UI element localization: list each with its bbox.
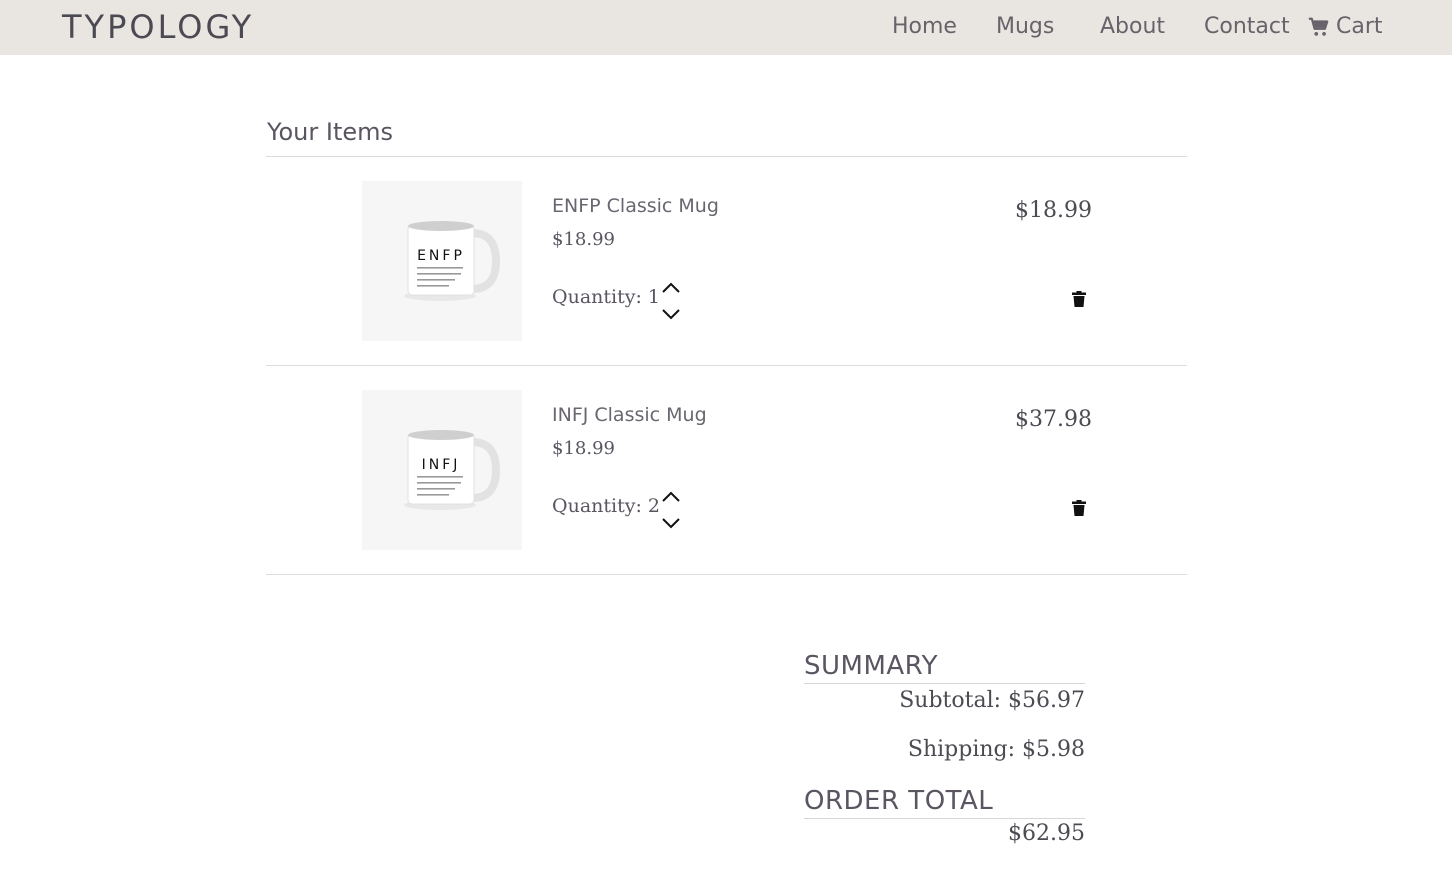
quantity-label: Quantity: <box>552 495 642 517</box>
order-total-value: $62.95 <box>1008 821 1085 846</box>
quantity-label: Quantity: <box>552 286 642 308</box>
navbar: TYPOLOGY Home Mugs About Contact Cart <box>0 0 1452 55</box>
divider <box>266 365 1187 366</box>
summary-heading: SUMMARY <box>804 651 1085 684</box>
product-image-enfp-mug[interactable]: ENFP <box>362 181 522 341</box>
product-image-infj-mug[interactable]: INFJ <box>362 390 522 550</box>
brand-logo[interactable]: TYPOLOGY <box>62 8 254 46</box>
trash-icon[interactable] <box>1072 500 1086 516</box>
line-total: $37.98 <box>1015 407 1092 432</box>
mug-illustration: INFJ <box>404 430 501 510</box>
svg-text:ENFP: ENFP <box>417 248 465 264</box>
item-name[interactable]: ENFP Classic Mug <box>552 195 719 217</box>
trash-icon[interactable] <box>1072 291 1086 307</box>
decrease-quantity-icon[interactable] <box>660 305 682 323</box>
quantity-stepper <box>660 279 682 323</box>
order-total-heading: ORDER TOTAL <box>804 786 1085 819</box>
cart-label: Cart <box>1336 14 1383 39</box>
quantity-stepper <box>660 488 682 532</box>
divider <box>266 156 1187 157</box>
your-items-title: Your Items <box>267 118 393 146</box>
item-unit-price: $18.99 <box>552 438 615 459</box>
nav-contact-link[interactable]: Contact <box>1204 14 1290 39</box>
order-summary: SUMMARY Subtotal: $56.97 Shipping: $5.98… <box>804 651 1085 846</box>
nav-cart-link[interactable]: Cart <box>1308 14 1383 39</box>
item-unit-price: $18.99 <box>552 229 615 250</box>
line-total: $18.99 <box>1015 198 1092 223</box>
nav-about-link[interactable]: About <box>1100 14 1165 39</box>
nav-mugs-link[interactable]: Mugs <box>996 14 1054 39</box>
subtotal: Subtotal: $56.97 <box>899 688 1085 713</box>
quantity-display: Quantity: 2 <box>552 495 660 517</box>
increase-quantity-icon[interactable] <box>660 279 682 297</box>
quantity-value: 2 <box>647 495 660 517</box>
decrease-quantity-icon[interactable] <box>660 514 682 532</box>
item-name[interactable]: INFJ Classic Mug <box>552 404 707 426</box>
divider <box>266 574 1187 575</box>
nav-home-link[interactable]: Home <box>892 14 957 39</box>
quantity-value: 1 <box>647 286 660 308</box>
svg-text:INFJ: INFJ <box>422 457 461 473</box>
shipping: Shipping: $5.98 <box>907 737 1085 762</box>
cart-icon <box>1308 17 1329 36</box>
increase-quantity-icon[interactable] <box>660 488 682 506</box>
quantity-display: Quantity: 1 <box>552 286 660 308</box>
mug-illustration: ENFP <box>404 221 501 301</box>
